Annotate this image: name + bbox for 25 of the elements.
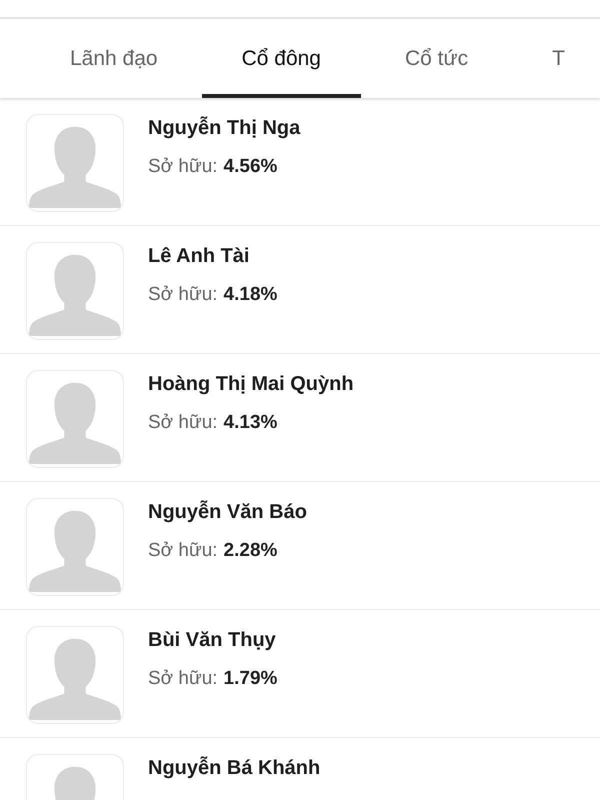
ownership-value: 4.13% [224,412,278,434]
avatar-icon [26,242,124,340]
tab[interactable]: Lãnh đạo [30,19,198,98]
shareholder-name: Hoàng Thị Mai Quỳnh [148,373,354,396]
avatar-icon [26,498,124,596]
ownership-label: Sở hữu: [148,668,218,690]
shareholder-name: Nguyễn Thị Nga [148,117,300,140]
shareholder-name: Bùi Văn Thụy [148,629,277,652]
avatar-icon [26,370,124,468]
avatar-icon [26,114,124,212]
shareholder-name: Nguyễn Văn Báo [148,501,307,524]
ownership-value: 1.79% [224,668,278,690]
avatar-icon [26,626,124,724]
ownership-label: Sở hữu: [148,284,218,306]
tab[interactable]: Cổ tức [365,19,508,98]
ownership-value: 4.56% [224,156,278,178]
tab[interactable]: T [512,19,600,98]
shareholder-name: Nguyễn Bá Khánh [148,757,320,780]
ownership-label: Sở hữu: [148,412,218,434]
ownership-label: Sở hữu: [148,540,218,562]
shareholder-name: Lê Anh Tài [148,245,250,268]
ownership-value: 2.28% [224,540,278,562]
ownership-value: 4.18% [224,284,278,306]
tab[interactable]: Cổ đông [202,19,361,98]
ownership-label: Sở hữu: [148,156,218,178]
